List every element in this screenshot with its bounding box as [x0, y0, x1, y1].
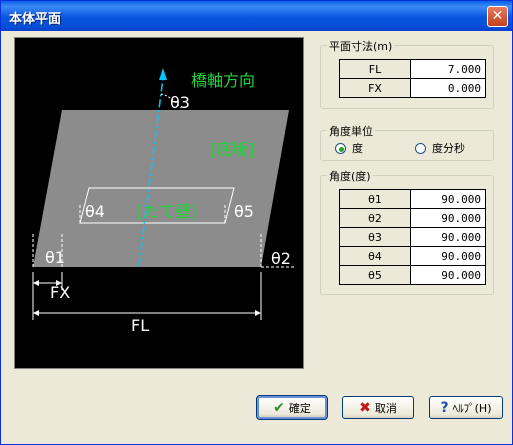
theta2-value-cell[interactable]: 90.000 — [410, 208, 486, 228]
bridge-axis-label: 橋軸方向 — [191, 71, 255, 90]
ok-button-label: 確定 — [288, 401, 311, 415]
theta4-label: θ4 — [85, 202, 105, 221]
theta5-label: θ5 — [234, 202, 254, 221]
plan-diagram-svg: 橋軸方向 [底版] [たて壁] θ3 θ4 θ5 θ1 θ2 FX FL — [32, 68, 295, 335]
close-icon: ✕ — [491, 8, 504, 24]
table-row: θ2 90.000 — [339, 208, 486, 228]
table-row: FX 0.000 — [339, 78, 486, 98]
close-button[interactable]: ✕ — [487, 6, 508, 27]
row-header-theta2: θ2 — [339, 208, 411, 228]
radio-degree[interactable]: 度 — [335, 140, 363, 156]
angles-group: 角度(度) θ1 90.000 θ2 90.000 θ3 90.000 θ4 9… — [320, 168, 494, 295]
theta4-value-cell[interactable]: 90.000 — [410, 246, 486, 266]
check-icon: ✔ — [273, 399, 285, 416]
theta3-value-cell[interactable]: 90.000 — [410, 227, 486, 247]
theta3-label: θ3 — [170, 93, 190, 112]
radio-dms[interactable]: 度分秒 — [415, 140, 465, 156]
row-header-theta3: θ3 — [339, 227, 411, 247]
row-header-fl: FL — [339, 59, 411, 79]
angles-title: 角度(度) — [327, 168, 373, 184]
cancel-button-label: 取消 — [374, 401, 397, 415]
radio-dms-label: 度分秒 — [432, 142, 465, 155]
table-row: FL 7.000 — [339, 59, 486, 79]
angle-unit-group: 角度単位 度 度分秒 — [320, 123, 494, 161]
radio-degree-label: 度 — [352, 142, 363, 155]
fl-arrow-left — [33, 310, 39, 316]
table-row: θ4 90.000 — [339, 246, 486, 266]
theta5-value-cell[interactable]: 90.000 — [410, 265, 486, 285]
theta2-label: θ2 — [271, 249, 291, 268]
plan-diagram: 橋軸方向 [底版] [たて壁] θ3 θ4 θ5 θ1 θ2 FX FL — [14, 37, 304, 369]
dialog-window: 本体平面 ✕ 橋軸方向 [底版] [たて壁] θ3 θ4 θ5 θ1 θ2 FX… — [0, 0, 513, 445]
cancel-button[interactable]: ✖ 取消 — [342, 396, 414, 419]
x-icon: ✖ — [359, 399, 371, 416]
table-row: θ3 90.000 — [339, 227, 486, 247]
fl-arrow-right — [255, 310, 261, 316]
plan-dimensions-group: 平面寸法(m) FL 7.000 FX 0.000 — [320, 38, 494, 109]
table-row: θ1 90.000 — [339, 189, 486, 209]
fl-value-cell[interactable]: 7.000 — [410, 59, 486, 79]
theta1-value-cell[interactable]: 90.000 — [410, 189, 486, 209]
ok-button[interactable]: ✔ 確定 — [256, 395, 328, 420]
radio-degree-indicator — [335, 142, 346, 154]
angles-table: θ1 90.000 θ2 90.000 θ3 90.000 θ4 90.000 … — [339, 189, 486, 285]
help-button[interactable]: ? ﾍﾙﾌﾟ(H) — [429, 396, 503, 419]
help-button-label: ﾍﾙﾌﾟ(H) — [452, 401, 492, 415]
title-bar[interactable]: 本体平面 ✕ — [1, 1, 512, 31]
plan-dimensions-title: 平面寸法(m) — [327, 38, 395, 54]
row-header-theta1: θ1 — [339, 189, 411, 209]
angle-unit-title: 角度単位 — [327, 123, 375, 139]
row-header-fx: FX — [339, 78, 411, 98]
bridge-axis-arrow — [159, 68, 167, 80]
table-row: θ5 90.000 — [339, 265, 486, 285]
fx-label: FX — [50, 283, 70, 302]
help-icon: ? — [440, 399, 449, 416]
fx-arrow-left — [33, 280, 39, 286]
radio-dms-indicator — [415, 142, 426, 154]
wall-label: [たて壁] — [137, 202, 198, 221]
row-header-theta4: θ4 — [339, 246, 411, 266]
window-title: 本体平面 — [9, 12, 62, 27]
row-header-theta5: θ5 — [339, 265, 411, 285]
slab-label: [底版] — [210, 140, 255, 159]
fl-label: FL — [131, 316, 149, 335]
theta1-label: θ1 — [45, 248, 65, 267]
fx-value-cell[interactable]: 0.000 — [410, 78, 486, 98]
plan-dimensions-table: FL 7.000 FX 0.000 — [339, 59, 486, 98]
